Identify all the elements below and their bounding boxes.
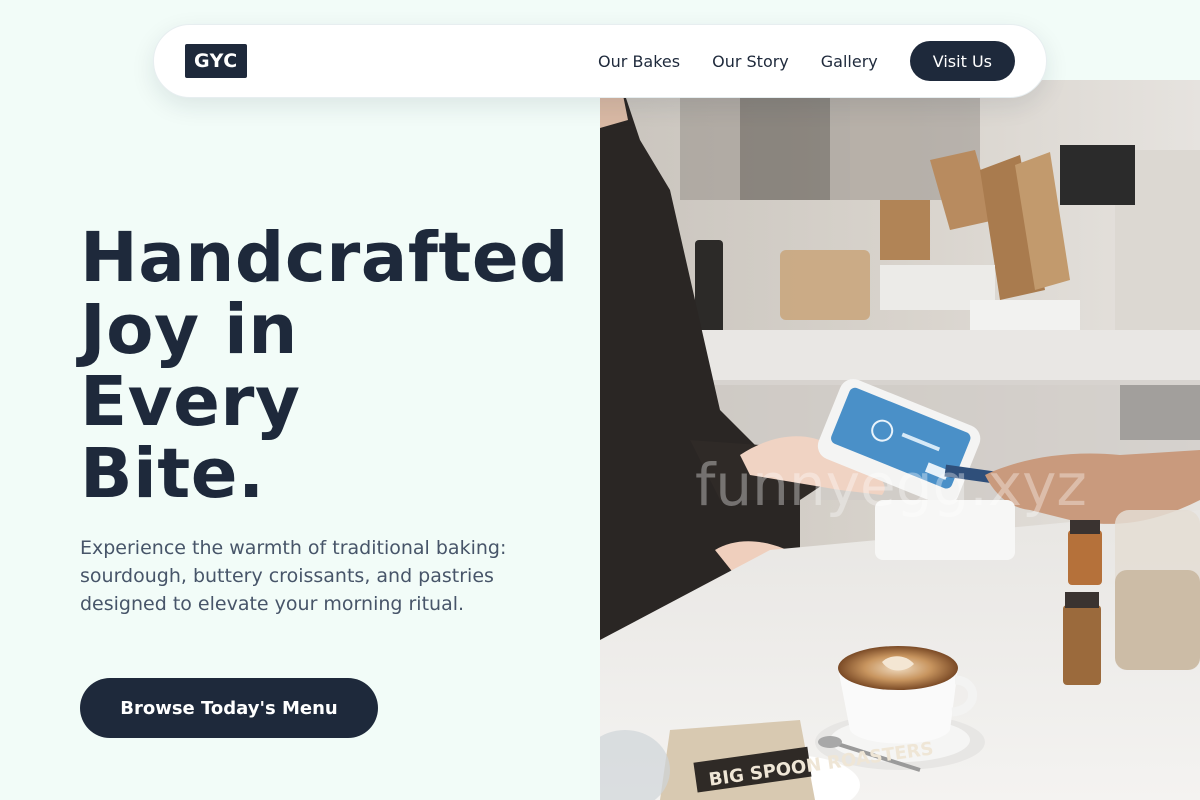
browse-menu-button[interactable]: Browse Today's Menu [80, 678, 378, 738]
hero-description: Experience the warmth of traditional bak… [80, 537, 507, 615]
visit-us-button[interactable]: Visit Us [909, 41, 1015, 81]
hero-headline: Handcrafted Joy in Every Bite. [80, 222, 600, 510]
nav-links: Our Bakes Our Story Gallery Visit Us [598, 41, 1015, 81]
headline-line: Every [80, 362, 301, 442]
nav-link-gallery[interactable]: Gallery [821, 52, 878, 71]
logo[interactable]: GYC [185, 44, 247, 78]
hero-image: BIG SPOON ROASTERS funnyegg.xyz [600, 80, 1200, 800]
nav-link-our-bakes[interactable]: Our Bakes [598, 52, 680, 71]
headline-line: Handcrafted [80, 218, 570, 298]
headline-line: Joy in [80, 290, 298, 370]
headline-line: Bite. [80, 434, 265, 514]
nav-link-our-story[interactable]: Our Story [712, 52, 789, 71]
watermark: funnyegg.xyz [695, 451, 1087, 519]
top-navigation: GYC Our Bakes Our Story Gallery Visit Us [153, 24, 1047, 98]
